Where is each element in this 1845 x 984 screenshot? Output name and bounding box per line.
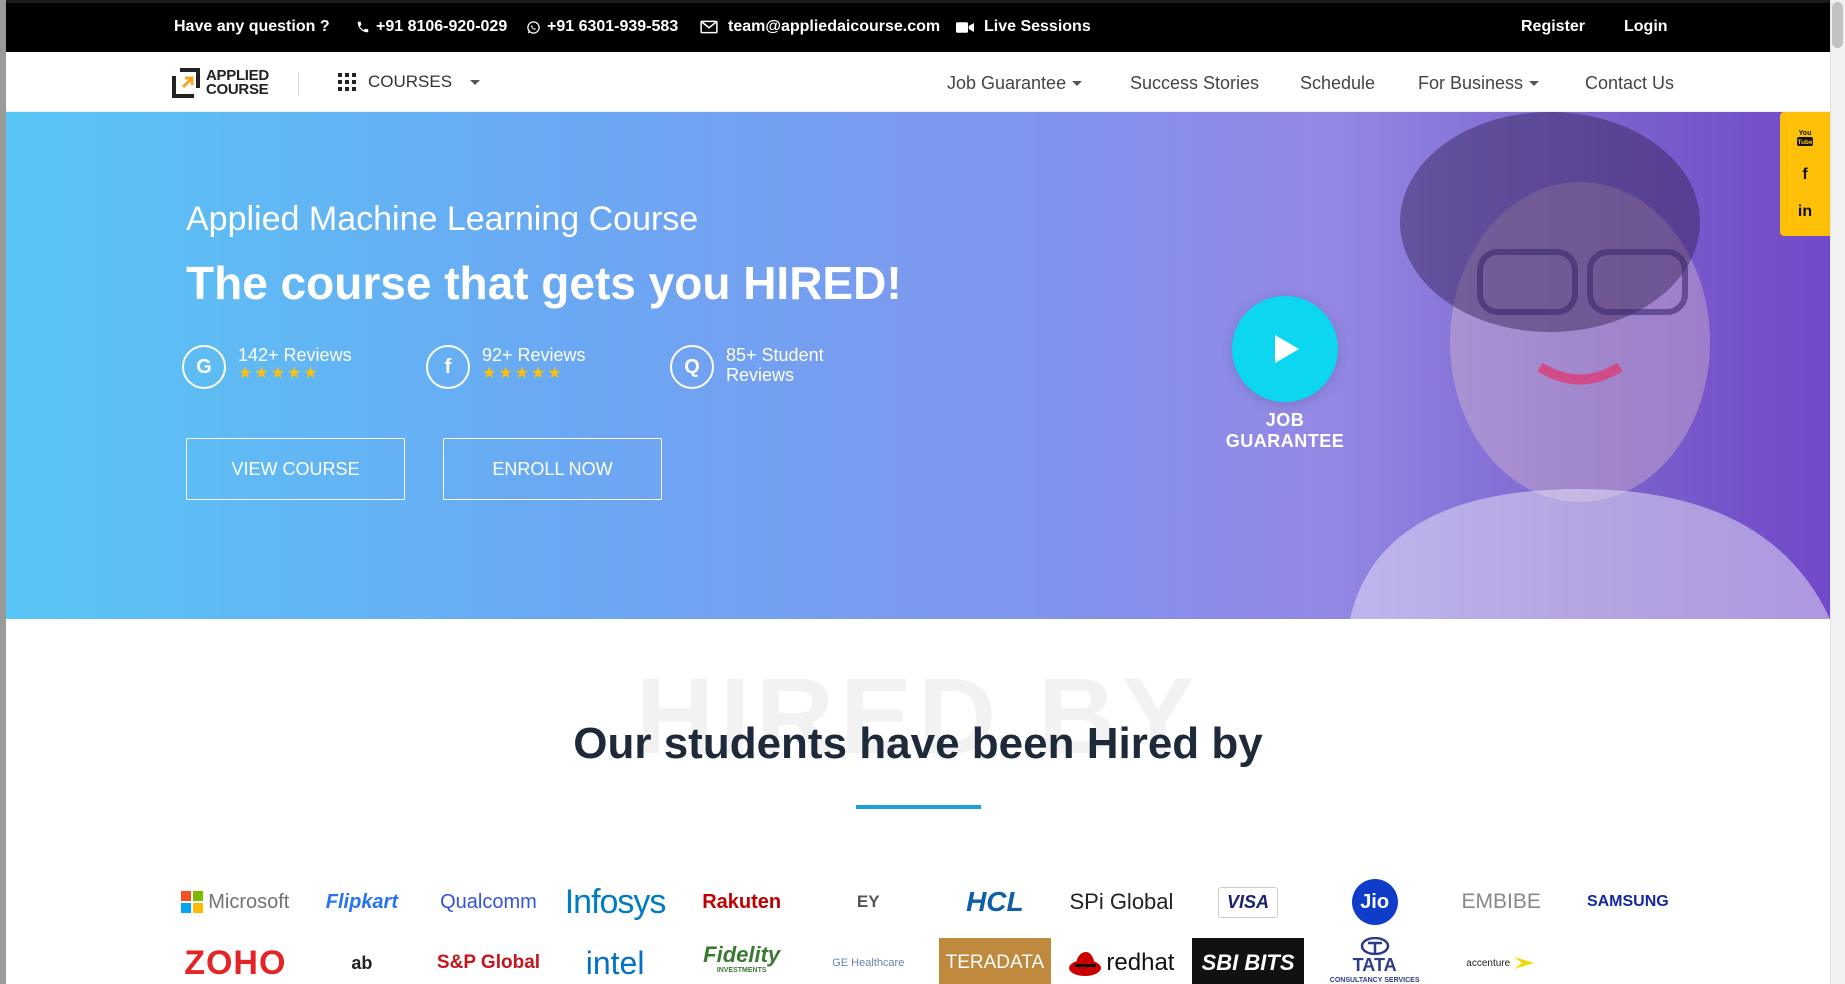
envelope-icon [700,20,718,34]
top-contact-bar: Have any question ? +91 8106-920-029 +91… [6,3,1830,52]
svg-text:Tube: Tube [1797,139,1812,146]
microsoft-logo: Microsoft [172,891,299,914]
review-count: 142+ Reviews [238,345,352,365]
samsung-logo: SAMSUNG [1586,893,1669,910]
star-rating: ★★★★★ [238,365,320,382]
login-link[interactable]: Login [1624,18,1668,36]
flipkart-logo: Flipkart [325,890,399,913]
sp-global-logo: S&P Global [436,952,541,973]
jio-logo: Jio [1311,879,1438,925]
hero-title: The course that gets you HIRED! [186,257,902,309]
spi-global-logo: SPi Global [1069,889,1174,914]
nav-schedule[interactable]: Schedule [1300,73,1375,94]
google-icon: G [182,345,226,389]
grid-icon [338,73,356,91]
embibe-logo: EMBIBE [1461,890,1541,913]
accenture-arrow-icon [1514,957,1535,969]
accenture-logo: accenture [1438,955,1565,971]
email-link[interactable]: team@appliedaicourse.com [700,18,940,36]
facebook-icon[interactable]: f [1802,166,1807,184]
company-logos-row-1: Microsoft Flipkart Qualcomm Infosys Raku… [172,879,1692,925]
fidelity-logo: Fidelity INVESTMENTS [703,942,781,975]
nav-job-guarantee[interactable]: Job Guarantee [947,73,1083,94]
infosys-logo: Infosys [564,882,667,921]
video-camera-icon [956,21,974,33]
hired-section-title: Our students have been Hired by [573,719,1263,768]
hero-subtitle: Applied Machine Learning Course [186,200,699,238]
svg-text:You: You [1799,130,1812,137]
play-video-button[interactable] [1232,296,1338,402]
logo-mark-icon [172,68,200,98]
hcl-logo: HCL [966,886,1024,917]
scrollbar-thumb[interactable] [1832,2,1843,48]
teradata-logo: TERADATA [932,938,1059,984]
qualcomm-logo: Qualcomm [440,890,537,913]
nav-success-stories[interactable]: Success Stories [1130,73,1259,94]
play-icon [1275,335,1299,363]
courses-dropdown[interactable]: COURSES [338,72,481,92]
redhat-logo: redhat [1058,948,1185,978]
youtube-icon[interactable]: You Tube [1794,127,1816,147]
star-rating: ★★★★★ [482,365,564,382]
view-course-button[interactable]: VIEW COURSE [186,438,405,500]
company-logos-row-2: ZOHO ab S&P Global intel Fidelity INVEST… [172,936,1692,984]
live-sessions-link[interactable]: Live Sessions [956,18,1091,36]
page: Have any question ? +91 8106-920-029 +91… [6,3,1830,984]
nav-contact-us[interactable]: Contact Us [1585,73,1674,94]
nav-divider [298,72,299,96]
chevron-down-icon [1529,81,1540,86]
review-count: 85+ Student [726,345,824,365]
nav-for-business[interactable]: For Business [1418,73,1540,94]
facebook-reviews[interactable]: f 92+ Reviews ★★★★★ [426,345,586,389]
rakuten-logo: Rakuten [702,890,782,913]
review-count-line2: Reviews [726,365,795,385]
review-count: 92+ Reviews [482,345,586,365]
phone-link[interactable]: +91 8106-920-029 [356,18,507,36]
sbi-bits-logo: SBI BITS [1185,938,1312,984]
applied-course-logo[interactable]: APPLIED COURSE [172,68,269,98]
linkedin-icon[interactable]: in [1798,203,1812,221]
quora-icon: Q [670,345,714,389]
phone-icon [357,21,369,33]
whatsapp-icon [527,20,540,34]
hero-banner: Applied Machine Learning Course The cour… [6,112,1830,619]
hero-photo [1110,112,1830,619]
scrollbar[interactable] [1830,0,1845,984]
person-illustration [1350,112,1830,619]
visa-logo: VISA [1185,886,1312,918]
video-label: JOB GUARANTEE [1225,410,1345,451]
microsoft-icon [181,891,204,913]
chevron-down-icon [470,79,481,85]
zoho-logo: ZOHO [184,943,287,982]
google-reviews[interactable]: G 142+ Reviews ★★★★★ [182,345,352,389]
tata-logo: TATA CONSULTANCY SERVICES [1311,936,1438,984]
ge-healthcare-logo: GE Healthcare [832,957,905,969]
ab-logo: ab [351,952,373,973]
social-sidebar: You Tube f in [1780,112,1830,236]
intel-logo: intel [585,944,645,981]
chevron-down-icon [1072,81,1083,86]
quora-reviews[interactable]: Q 85+ Student Reviews [670,345,824,389]
main-navbar: APPLIED COURSE COURSES Job Guarantee Suc… [6,52,1830,112]
redhat-icon [1069,952,1102,976]
enroll-now-button[interactable]: ENROLL NOW [443,438,662,500]
facebook-icon: f [426,345,470,389]
logo-line2: COURSE [206,81,269,98]
whatsapp-link[interactable]: +91 6301-939-583 [526,18,678,36]
title-underline [856,805,981,809]
tata-emblem-icon [1360,936,1389,956]
register-link[interactable]: Register [1521,18,1585,36]
ey-logo: EY [856,892,880,911]
question-label: Have any question ? [174,18,330,35]
